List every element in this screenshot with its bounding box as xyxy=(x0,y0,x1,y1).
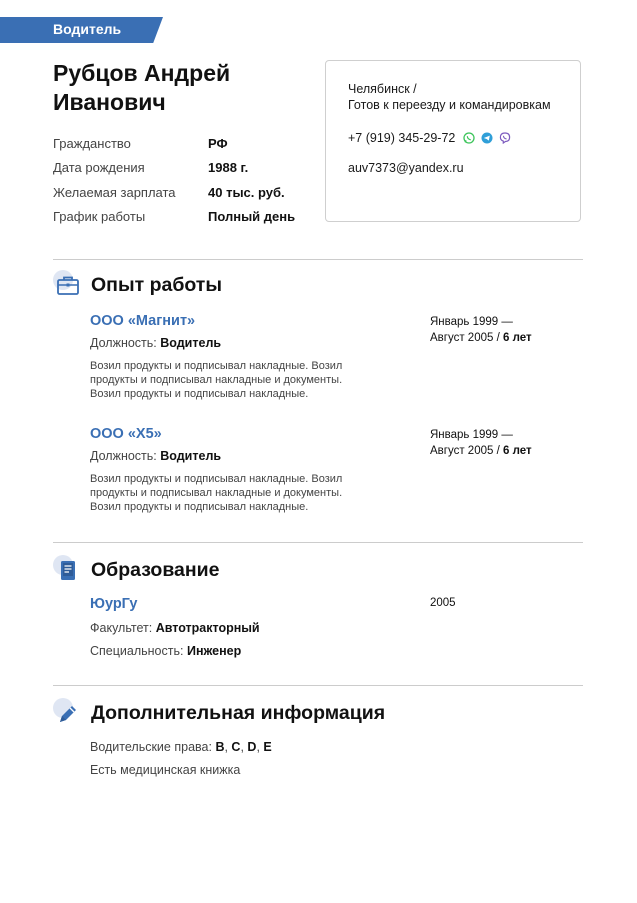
contact-phone-row: +7 (919) 345-29-72 xyxy=(348,131,580,145)
job-period: Январь 1999 — Август 2005 / 6 лет xyxy=(430,314,532,346)
candidate-name-line2: Иванович xyxy=(53,89,166,115)
job-period: Январь 1999 — Август 2005 / 6 лет xyxy=(430,427,532,459)
fact-value: РФ xyxy=(208,135,228,151)
additional-entry: Водительские права: B, C, D, E Есть меди… xyxy=(90,733,583,777)
section-divider xyxy=(53,259,583,260)
period-start: Январь 1999 — xyxy=(430,429,513,441)
education-title: Образование xyxy=(91,558,220,581)
fact-row-salary: Желаемая зарплата 40 тыс. руб. xyxy=(53,180,295,205)
fact-label: График работы xyxy=(53,209,146,225)
fact-row-schedule: График работы Полный день xyxy=(53,205,295,230)
period-start: Январь 1999 — xyxy=(430,316,513,328)
pen-icon xyxy=(53,698,83,728)
contact-phone[interactable]: +7 (919) 345-29-72 xyxy=(348,131,455,145)
specialty-value: Инженер xyxy=(186,644,242,658)
position-label: Должность: xyxy=(90,449,157,463)
position-value: Водитель xyxy=(160,336,222,350)
viber-icon[interactable] xyxy=(499,132,511,144)
book-icon xyxy=(53,555,83,585)
section-divider xyxy=(53,685,583,686)
fact-row-birthdate: Дата рождения 1988 г. xyxy=(53,156,295,181)
position-label: Должность: xyxy=(90,336,157,350)
candidate-name-line1: Рубцов Андрей xyxy=(53,60,231,86)
license-row: Водительские права: B, C, D, E xyxy=(90,740,583,754)
period-end-row: Август 2005 / 6 лет xyxy=(430,443,532,459)
fact-label: Гражданство xyxy=(53,135,131,151)
job-entry: ООО «Х5» Должность: Водитель Возил проду… xyxy=(90,426,583,514)
briefcase-icon xyxy=(53,270,83,300)
contact-box: Челябинск / Готов к переезду и командиро… xyxy=(325,60,581,222)
period-end: Август 2005 / xyxy=(430,445,500,457)
specialty-row: Специальность: Инженер xyxy=(90,644,583,658)
whatsapp-icon[interactable] xyxy=(463,132,476,144)
fact-row-citizenship: Гражданство РФ xyxy=(53,131,295,156)
period-duration: 6 лет xyxy=(502,332,532,344)
period-duration: 6 лет xyxy=(502,445,532,457)
fact-label: Желаемая зарплата xyxy=(53,184,176,200)
additional-title: Дополнительная информация xyxy=(91,701,386,724)
medical-book-note: Есть медицинская книжка xyxy=(90,763,241,777)
education-section-header: Образование xyxy=(53,555,220,585)
license-label: Водительские права: xyxy=(90,740,212,754)
faculty-label: Факультет: xyxy=(90,621,153,635)
position-value: Водитель xyxy=(160,449,222,463)
specialty-label: Специальность: xyxy=(90,644,184,658)
telegram-icon[interactable] xyxy=(481,132,493,144)
experience-title: Опыт работы xyxy=(91,273,222,296)
education-year: 2005 xyxy=(430,597,456,609)
period-end-row: Август 2005 / 6 лет xyxy=(430,330,532,346)
fact-value: 40 тыс. руб. xyxy=(208,184,285,200)
candidate-name: Рубцов Андрей Иванович xyxy=(53,59,230,117)
fact-label: Дата рождения xyxy=(53,160,145,176)
contact-relocation: Готов к переезду и командировкам xyxy=(348,98,551,112)
fact-value: Полный день xyxy=(208,209,296,225)
faculty-value: Автотракторный xyxy=(155,621,260,635)
section-divider xyxy=(53,542,583,543)
contact-email[interactable]: auv7373@yandex.ru xyxy=(348,161,580,175)
job-description: Возил продукты и подписывал накладные. В… xyxy=(90,360,343,400)
education-entry: ЮурГу Факультет: Автотракторный Специаль… xyxy=(90,596,583,658)
job-entry: ООО «Магнит» Должность: Водитель Возил п… xyxy=(90,313,583,401)
faculty-row: Факультет: Автотракторный xyxy=(90,621,583,635)
additional-section-header: Дополнительная информация xyxy=(53,698,385,728)
license-category: E xyxy=(263,740,272,754)
period-end: Август 2005 / xyxy=(430,332,500,344)
job-description: Возил продукты и подписывал накладные. В… xyxy=(90,473,343,513)
fact-value: 1988 г. xyxy=(208,160,249,176)
contact-city: Челябинск / xyxy=(348,82,417,96)
position-tag: Водитель xyxy=(0,17,163,43)
position-tag-label: Водитель xyxy=(53,21,122,37)
experience-section-header: Опыт работы xyxy=(53,270,222,300)
personal-facts: Гражданство РФ Дата рождения 1988 г. Жел… xyxy=(53,131,295,229)
school-name: ЮурГу xyxy=(90,596,138,612)
